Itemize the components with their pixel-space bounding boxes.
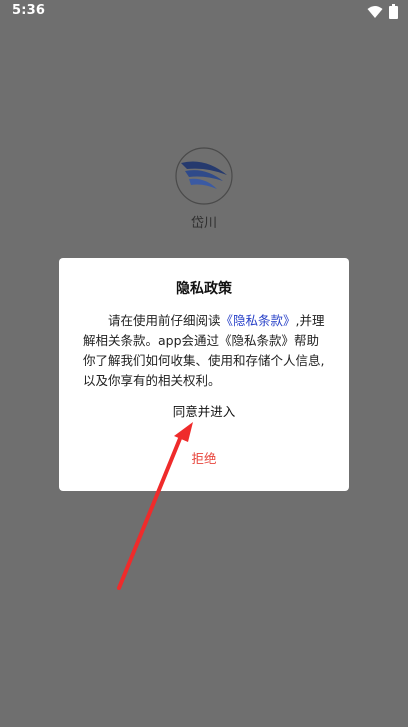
body-text-before: 请在使用前仔细阅读: [108, 313, 221, 328]
status-icons: [367, 4, 398, 19]
battery-icon: [389, 4, 398, 19]
privacy-dialog: 隐私政策 请在使用前仔细阅读《隐私条款》,并理解相关条款。app会通过《隐私条款…: [59, 258, 349, 491]
wifi-icon: [367, 5, 383, 19]
agree-and-enter-button[interactable]: 同意并进入: [154, 400, 254, 424]
privacy-terms-link[interactable]: 《隐私条款》: [221, 313, 296, 328]
dialog-title: 隐私政策: [176, 281, 232, 297]
app-name: 岱川: [190, 216, 217, 231]
dialog-body: 请在使用前仔细阅读《隐私条款》,并理解相关条款。app会通过《隐私条款》帮助你了…: [83, 311, 329, 391]
reject-button[interactable]: 拒绝: [164, 447, 244, 471]
app-logo-icon: [175, 147, 233, 205]
status-time: 5:36: [12, 3, 46, 18]
status-bar: 5:36: [0, 0, 408, 24]
